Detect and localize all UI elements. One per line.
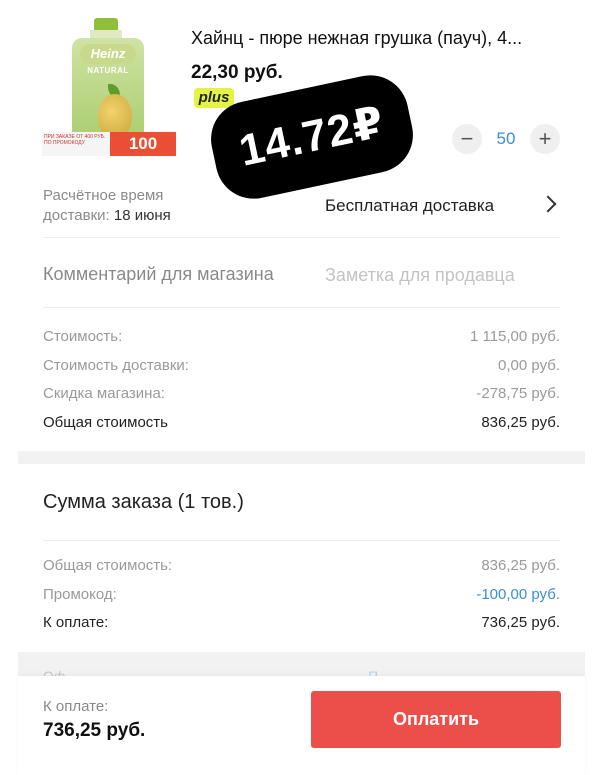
summary-total-label: Общая стоимость: [43,557,173,574]
seller-note-input[interactable] [325,260,555,290]
cost-value: 1 115,00 руб. [469,328,560,345]
promo-value: 100 [110,132,176,156]
comment-label: Комментарий для магазина [43,264,274,284]
total-cost-row: Общая стоимость 836,25 руб. [43,412,560,441]
delivery-cost-value: 0,00 руб. [498,356,560,374]
cost-breakdown: Стоимость: 1 115,00 руб. Стоимость доста… [43,326,560,440]
amount-due-label: К оплате: [43,614,109,631]
promo-code-label: Промокод: [43,585,117,603]
product-price: 22,30 руб. [191,62,283,83]
order-summary-title: Сумма заказа (1 тов.) [43,491,244,513]
product-title[interactable]: Хайнц - пюре нежная грушка (пауч), 4... [191,28,561,49]
decrease-button[interactable]: − [452,124,482,154]
plus-badge: plus [194,88,234,108]
cost-label: Стоимость: [43,328,123,345]
promo-text: ПРИ ЗАКАЗЕ ОТ 400 РУБ. ПО ПРОМОКОДУ [44,134,106,146]
store-discount-row: Скидка магазина: -278,75 руб. [43,383,560,412]
delivery-label-line2: доставки: [43,207,110,224]
promo-code-row[interactable]: Промокод: -100,00 руб. [43,584,560,613]
pay-button[interactable]: Оплатить [311,691,561,748]
delivery-row[interactable]: Расчётное время доставки: 18 июня Беспла… [43,184,560,238]
divider [43,540,560,541]
product-line: NATURAL [87,66,129,75]
pay-label: К оплате: [43,698,109,715]
promo-strip: ПРИ ЗАКАЗЕ ОТ 400 РУБ. ПО ПРОМОКОДУ 100 [42,132,176,156]
delivery-cost-label: Стоимость доставки: [43,356,189,374]
total-cost-value: 836,25 руб. [481,413,560,431]
delivery-date: 18 июня [113,207,171,224]
cost-row: Стоимость: 1 115,00 руб. [43,326,560,355]
amount-due-row: К оплате: 736,25 руб. [43,612,560,641]
product-thumbnail[interactable]: Heinz NATURAL ПРИ ЗАКАЗЕ ОТ 400 РУБ. ПО … [42,18,176,156]
quantity-stepper: − 50 + [452,124,560,156]
increase-button[interactable]: + [530,124,560,154]
store-discount-value: -278,75 руб. [476,385,560,402]
store-discount-label: Скидка магазина: [43,385,165,402]
chevron-right-icon[interactable] [539,195,557,213]
comment-row: Комментарий для магазина [43,238,560,308]
summary-total-value: 836,25 руб. [481,557,560,574]
delivery-label-line1: Расчётное время [43,187,164,204]
checkout-bar: К оплате: 736,25 руб. Оплатить [18,676,585,775]
pouch-image: Heinz NATURAL [72,38,144,146]
total-cost-label: Общая стоимость [43,413,168,431]
pay-amount: 736,25 руб. [43,720,146,741]
delivery-cost-row: Стоимость доставки: 0,00 руб. [43,355,560,384]
delivery-method[interactable]: Бесплатная доставка [325,196,494,216]
quantity-value[interactable]: 50 [486,129,526,149]
summary-total-row: Общая стоимость: 836,25 руб. [43,555,560,584]
section-divider [18,451,585,464]
brand-logo: Heinz [80,44,136,64]
delivery-estimate: Расчётное время доставки: 18 июня [43,186,171,226]
order-summary: Общая стоимость: 836,25 руб. Промокод: -… [43,555,560,641]
promo-code-value[interactable]: -100,00 руб. [476,586,560,603]
amount-due-value: 736,25 руб. [481,614,560,631]
